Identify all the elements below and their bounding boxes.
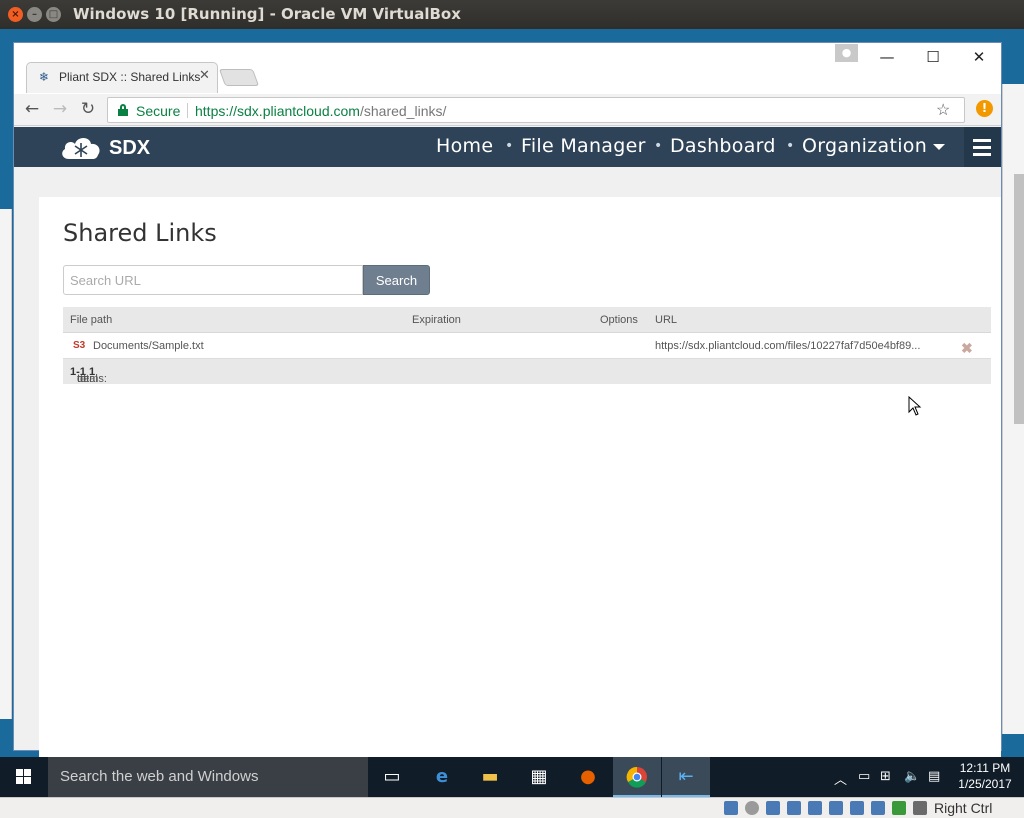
shared-links-table: File path Expiration Options URL S3 Docu… (63, 307, 991, 385)
secure-label: Secure (136, 103, 181, 119)
file-s3-icon: S3 (73, 340, 86, 351)
file-explorer-icon[interactable]: ▬ (466, 757, 514, 797)
column-options[interactable]: Options (600, 314, 638, 326)
nav-separator: • (654, 138, 663, 154)
display-icon[interactable] (850, 801, 864, 815)
browser-window: ❄ Pliant SDX :: Shared Links ✕ ● — ☐ ✕ ←… (13, 42, 1002, 757)
nav-separator: • (786, 138, 795, 154)
volume-icon[interactable]: 🔈 (904, 769, 920, 784)
delete-icon[interactable]: ✖ (961, 340, 973, 357)
nav-dashboard[interactable]: Dashboard (670, 135, 776, 157)
nav-separator: • (505, 138, 514, 154)
shared-folders-icon[interactable] (829, 801, 843, 815)
store-icon[interactable]: ▦ (515, 757, 563, 797)
network-adapter-icon[interactable] (787, 801, 801, 815)
browser-tab[interactable]: ❄ Pliant SDX :: Shared Links ✕ (26, 62, 218, 93)
background-scrollbar (1014, 174, 1024, 424)
host-window-title: Windows 10 [Running] - Oracle VM Virtual… (73, 5, 461, 23)
search-url-input[interactable] (63, 265, 363, 295)
table-footer: Items: 1-1 of 1 total (63, 359, 991, 385)
url-cell[interactable]: https://sdx.pliantcloud.com/files/10227f… (655, 340, 920, 352)
mouse-cursor-icon (908, 396, 922, 416)
virtualbox-status-bar: Right Ctrl (0, 797, 1024, 818)
forward-icon[interactable]: → (50, 99, 70, 119)
browser-toolbar: ← → ↻ Secure https://sdx.pliantcloud.com… (14, 94, 1001, 126)
bookmark-star-icon[interactable]: ☆ (936, 100, 950, 120)
column-file-path[interactable]: File path (70, 314, 112, 326)
windows-taskbar: Search the web and Windows ▭ e ▬ ▦ ● ⇤ ︿… (0, 757, 1024, 797)
virtualbox-title-bar: × – □ Windows 10 [Running] - Oracle VM V… (0, 0, 1024, 29)
menu-icon[interactable] (964, 127, 1001, 167)
optical-drive-icon[interactable] (745, 801, 759, 815)
minimize-button[interactable]: — (867, 47, 907, 67)
table-row[interactable]: S3 Documents/Sample.txt https://sdx.plia… (63, 333, 991, 359)
back-icon[interactable]: ← (22, 99, 42, 119)
hard-disk-icon[interactable] (724, 801, 738, 815)
browser-tabstrip: ❄ Pliant SDX :: Shared Links ✕ ● — ☐ ✕ (14, 43, 1001, 94)
host-key-label: Right Ctrl (934, 800, 993, 816)
logo-text[interactable]: SDX (109, 137, 150, 160)
nav-organization[interactable]: Organization (802, 135, 946, 157)
shared-links-panel: Shared Links Search File path Expiration… (39, 197, 1001, 757)
warning-icon[interactable]: ! (976, 100, 993, 117)
vt-x-icon[interactable] (892, 801, 906, 815)
mouse-integration-icon[interactable] (913, 801, 927, 815)
column-expiration[interactable]: Expiration (412, 314, 461, 326)
host-maximize-button[interactable]: □ (46, 7, 61, 22)
host-minimize-button[interactable]: – (27, 7, 42, 22)
search-button[interactable]: Search (363, 265, 430, 295)
reload-icon[interactable]: ↻ (78, 99, 98, 119)
edge-icon[interactable]: e (418, 757, 466, 797)
nav-home[interactable]: Home (436, 135, 493, 157)
taskbar-clock[interactable]: 12:11 PM 1/25/2017 (952, 760, 1018, 792)
url-text: https://sdx.pliantcloud.com/shared_links… (195, 103, 447, 119)
close-button[interactable]: ✕ (959, 47, 999, 67)
items-count: Items: 1-1 of 1 total (70, 366, 107, 385)
windows-start-icon[interactable] (0, 757, 48, 797)
profile-icon[interactable]: ● (835, 44, 858, 62)
page-content: Shared Links Search File path Expiration… (14, 167, 1001, 757)
table-header: File path Expiration Options URL (63, 307, 991, 333)
clock-date: 1/25/2017 (958, 777, 1012, 791)
tab-title: Pliant SDX :: Shared Links (59, 70, 201, 84)
usb-icon[interactable] (808, 801, 822, 815)
caret-down-icon (933, 143, 946, 150)
address-bar[interactable]: Secure https://sdx.pliantcloud.com/share… (107, 97, 965, 123)
audio-icon[interactable] (766, 801, 780, 815)
chrome-icon[interactable] (613, 757, 661, 797)
maximize-button[interactable]: ☐ (913, 47, 953, 67)
recording-icon[interactable] (871, 801, 885, 815)
background-window-left (0, 209, 12, 719)
sdx-favicon-icon: ❄ (39, 70, 50, 84)
sdx-cloud-logo-icon[interactable] (59, 133, 103, 161)
page-title: Shared Links (63, 219, 217, 247)
omnibox-divider (187, 103, 188, 118)
tab-close-icon[interactable]: ✕ (199, 68, 210, 83)
task-view-icon[interactable]: ▭ (368, 757, 416, 797)
action-center-icon[interactable]: ▤ (928, 769, 940, 784)
tray-chevron-icon[interactable]: ︿ (834, 769, 847, 788)
clock-time: 12:11 PM (959, 761, 1011, 775)
network-icon[interactable]: ⊞ (880, 769, 891, 784)
remote-app-icon[interactable]: ⇤ (662, 757, 710, 797)
lock-icon (118, 104, 128, 116)
nav-file-manager[interactable]: File Manager (521, 135, 646, 157)
file-path-cell[interactable]: Documents/Sample.txt (93, 340, 204, 352)
battery-icon[interactable]: ▭ (858, 769, 870, 784)
column-url[interactable]: URL (655, 314, 677, 326)
host-close-button[interactable]: × (8, 7, 23, 22)
site-navbar: SDX Home • File Manager • Dashboard • Or… (14, 127, 1001, 167)
taskbar-search-box[interactable]: Search the web and Windows (48, 757, 368, 797)
new-tab-button[interactable] (218, 69, 260, 86)
firefox-icon[interactable]: ● (564, 757, 612, 797)
